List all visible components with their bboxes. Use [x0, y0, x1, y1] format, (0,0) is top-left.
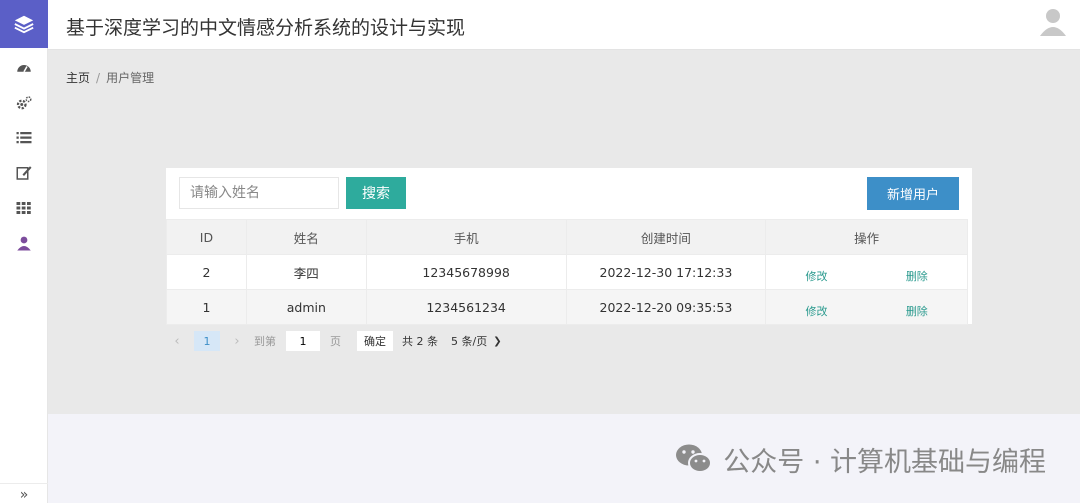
sidebar-item-list[interactable]: [0, 120, 48, 155]
cell-created: 2022-12-20 09:35:53: [565, 289, 767, 325]
user-icon: [17, 236, 31, 250]
search-button[interactable]: 搜索: [346, 177, 406, 209]
breadcrumb-separator: /: [96, 71, 101, 85]
goto-page-input[interactable]: [286, 331, 320, 351]
delete-link[interactable]: 删除: [906, 303, 928, 319]
prev-page-icon[interactable]: ‹: [166, 334, 188, 349]
page-number-current[interactable]: 1: [194, 331, 220, 351]
page-title: 基于深度学习的中文情感分析系统的设计与实现: [66, 17, 466, 39]
watermark-text: 公众号 · 计算机基础与编程: [723, 446, 1046, 478]
cell-phone: 12345678998: [365, 254, 567, 290]
total-count: 共 2 条: [402, 335, 438, 348]
goto-confirm-button[interactable]: 确定: [357, 331, 393, 351]
cell-created: 2022-12-30 17:12:33: [565, 254, 767, 290]
breadcrumb: 主页 / 用户管理: [66, 69, 154, 86]
sidebar-item-edit[interactable]: [0, 155, 48, 190]
edit-link[interactable]: 修改: [805, 303, 827, 319]
table-row: 1 admin 1234561234 2022-12-20 09:35:53 修…: [166, 289, 968, 325]
chevron-down-icon: ❯: [493, 335, 502, 347]
cell-actions: 修改 删除: [765, 254, 968, 290]
column-header-name: 姓名: [245, 219, 367, 255]
cell-name: admin: [245, 289, 367, 325]
sidebar-item-settings[interactable]: [0, 85, 48, 120]
user-table-panel: 搜索 新增用户 ID 姓名 手机 创建时间 操作 2 李四 123456789: [166, 168, 972, 325]
search-input[interactable]: [179, 177, 339, 209]
page-size-select[interactable]: 5 条/页 ❯: [451, 333, 502, 349]
list-icon: [16, 131, 32, 143]
settings-icon: [16, 95, 32, 109]
column-header-created: 创建时间: [565, 219, 767, 255]
breadcrumb-home[interactable]: 主页: [66, 71, 90, 85]
header: 基于深度学习的中文情感分析系统的设计与实现: [48, 0, 1080, 50]
sidebar-item-dashboard[interactable]: [0, 50, 48, 85]
sidebar-collapse-toggle[interactable]: »: [0, 483, 48, 503]
dashboard-icon: [17, 64, 31, 72]
cell-id: 2: [166, 254, 247, 290]
add-user-button[interactable]: 新增用户: [867, 177, 959, 210]
double-chevron-right-icon: »: [19, 487, 29, 503]
main-content: 主页 / 用户管理 搜索 新增用户 ID 姓名 手机 创建时间 操作 2: [48, 50, 1080, 414]
column-header-id: ID: [166, 219, 247, 255]
next-page-icon[interactable]: ›: [226, 334, 248, 349]
delete-link[interactable]: 删除: [906, 268, 928, 284]
sidebar-item-users[interactable]: [0, 225, 48, 260]
layers-icon: [14, 15, 34, 34]
column-header-phone: 手机: [365, 219, 567, 255]
breadcrumb-current: 用户管理: [106, 71, 155, 85]
logo[interactable]: [0, 0, 48, 48]
sidebar: »: [0, 0, 48, 503]
table-row: 2 李四 12345678998 2022-12-30 17:12:33 修改 …: [166, 254, 968, 290]
edit-icon: [16, 165, 32, 180]
column-header-actions: 操作: [765, 219, 968, 255]
table-header-row: ID 姓名 手机 创建时间 操作: [166, 219, 968, 255]
edit-link[interactable]: 修改: [805, 268, 827, 284]
wechat-icon: [676, 444, 713, 473]
user-table: ID 姓名 手机 创建时间 操作 2 李四 12345678998 2022-1…: [166, 219, 968, 325]
cell-actions: 修改 删除: [765, 289, 968, 325]
page-size-value: 5 条/页: [451, 335, 488, 348]
cell-name: 李四: [245, 254, 367, 290]
page-unit-label: 页: [330, 335, 341, 348]
watermark: 公众号 · 计算机基础与编程: [673, 438, 1046, 480]
pagination: ‹ 1 › 到第 页 确定 共 2 条 5 条/页 ❯: [166, 330, 502, 352]
goto-label: 到第: [254, 335, 276, 348]
grid-icon: [16, 201, 31, 214]
avatar-icon[interactable]: [1038, 6, 1068, 36]
sidebar-item-grid[interactable]: [0, 190, 48, 225]
cell-id: 1: [166, 289, 247, 325]
cell-phone: 1234561234: [365, 289, 567, 325]
